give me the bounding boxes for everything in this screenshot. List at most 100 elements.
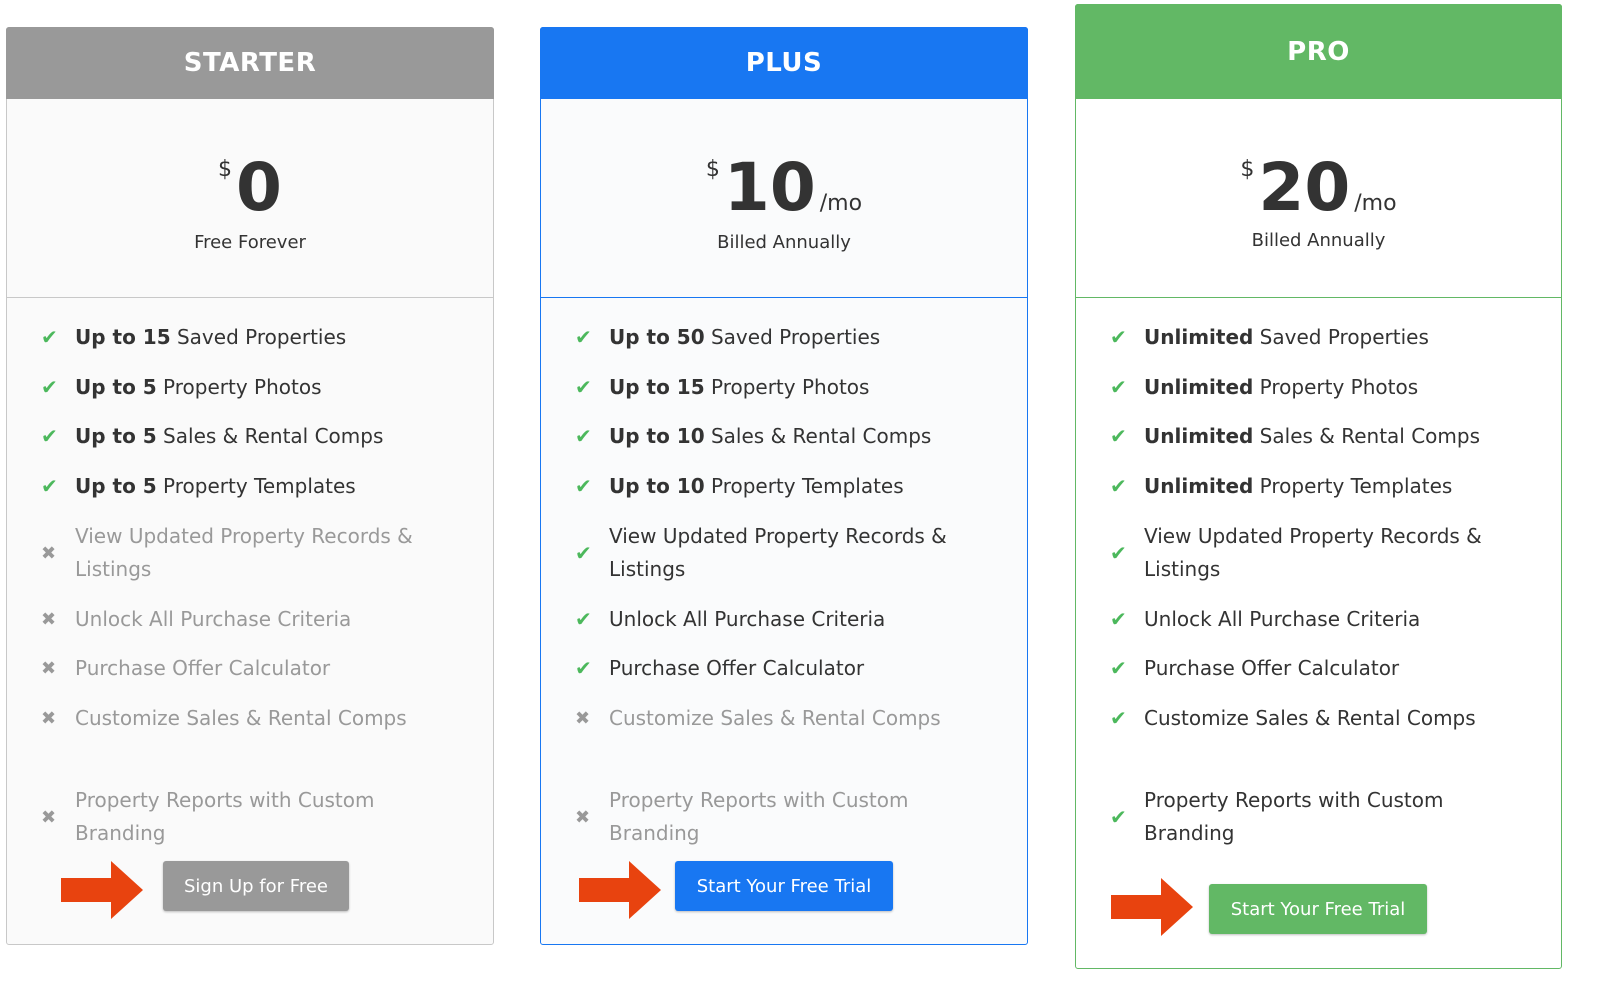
- check-icon: ✔: [1110, 424, 1127, 448]
- feature-label: Property Templates: [156, 474, 356, 498]
- feature-limit: Up to 5: [75, 375, 157, 399]
- feature-text: View Updated Property Records & Listings: [609, 520, 959, 586]
- price-section: $0 Free Forever: [7, 99, 493, 298]
- feature-item: ✔ Up to 15 Saved Properties: [41, 321, 473, 354]
- cross-icon: ✖: [41, 806, 57, 828]
- currency-symbol: $: [218, 157, 233, 182]
- check-icon: ✔: [575, 375, 592, 399]
- arrow-pointer-icon: [579, 861, 661, 919]
- feature-text: Up to 15 Property Photos: [609, 371, 869, 404]
- check-icon: ✔: [575, 607, 592, 631]
- plan-header: PLUS: [540, 27, 1028, 99]
- feature-text: Unlimited Saved Properties: [1144, 321, 1429, 354]
- feature-item: ✖ Property Reports with Custom Branding: [575, 784, 1007, 850]
- feature-item: ✔ Unlock All Purchase Criteria: [1110, 603, 1541, 636]
- feature-label: Customize Sales & Rental Comps: [1144, 706, 1476, 730]
- feature-text: Unlock All Purchase Criteria: [1144, 603, 1420, 636]
- feature-item: ✔ Customize Sales & Rental Comps: [1110, 702, 1541, 735]
- feature-text: Purchase Offer Calculator: [609, 652, 864, 685]
- feature-text: Up to 10 Property Templates: [609, 470, 904, 503]
- feature-label: Purchase Offer Calculator: [609, 656, 865, 680]
- feature-text: Up to 50 Saved Properties: [609, 321, 880, 354]
- feature-limit: Up to 10: [609, 424, 705, 448]
- price-section: $10/mo Billed Annually: [541, 99, 1027, 298]
- check-icon: ✔: [41, 474, 58, 498]
- feature-item: ✖ Unlock All Purchase Criteria: [41, 603, 473, 636]
- feature-text: Up to 5 Sales & Rental Comps: [75, 420, 383, 453]
- price-amount: 20: [1258, 149, 1351, 226]
- check-icon: ✔: [575, 474, 592, 498]
- feature-label: Customize Sales & Rental Comps: [609, 706, 941, 730]
- price: $10/mo: [541, 153, 1027, 223]
- billing-note: Free Forever: [194, 232, 306, 253]
- feature-item: ✔ View Updated Property Records & Listing…: [575, 520, 1007, 586]
- feature-text: Unlock All Purchase Criteria: [75, 603, 351, 636]
- feature-item: ✔ Up to 10 Property Templates: [575, 470, 1007, 503]
- cross-icon: ✖: [41, 609, 57, 630]
- price-amount: 10: [723, 149, 816, 226]
- check-icon: ✔: [41, 424, 58, 448]
- feature-item: ✔ Unlock All Purchase Criteria: [575, 603, 1007, 636]
- feature-item: ✖ Purchase Offer Calculator: [41, 652, 473, 685]
- feature-text: Purchase Offer Calculator: [1144, 652, 1399, 685]
- feature-label: Property Photos: [1253, 375, 1419, 399]
- feature-text: Unlock All Purchase Criteria: [609, 603, 885, 636]
- feature-item: ✔ Up to 5 Sales & Rental Comps: [41, 420, 473, 453]
- feature-label: Saved Properties: [1253, 325, 1429, 349]
- feature-text: Unlimited Sales & Rental Comps: [1144, 420, 1480, 453]
- check-icon: ✔: [575, 325, 592, 349]
- feature-limit: Up to 10: [609, 474, 705, 498]
- feature-text: Up to 5 Property Templates: [75, 470, 356, 503]
- cross-icon: ✖: [41, 542, 57, 564]
- check-icon: ✔: [41, 325, 58, 349]
- check-icon: ✔: [41, 375, 58, 399]
- check-icon: ✔: [1110, 375, 1127, 399]
- feature-limit: Up to 15: [75, 325, 171, 349]
- check-icon: ✔: [575, 424, 592, 448]
- feature-label: Sales & Rental Comps: [1253, 424, 1481, 448]
- feature-limit: Up to 5: [75, 474, 157, 498]
- feature-item: ✔ Purchase Offer Calculator: [575, 652, 1007, 685]
- feature-label: Sales & Rental Comps: [704, 424, 932, 448]
- feature-label: Purchase Offer Calculator: [75, 656, 331, 680]
- feature-text: Property Reports with Custom Branding: [75, 784, 425, 850]
- billing-note: Billed Annually: [1251, 230, 1386, 251]
- feature-label: Property Photos: [156, 375, 322, 399]
- feature-label: Property Reports with Custom Branding: [609, 788, 909, 845]
- feature-text: Unlimited Property Templates: [1144, 470, 1452, 503]
- feature-text: Customize Sales & Rental Comps: [75, 702, 407, 735]
- check-icon: ✔: [1110, 540, 1127, 565]
- check-icon: ✔: [575, 656, 592, 680]
- sign-up-button[interactable]: Sign Up for Free: [163, 861, 349, 911]
- price-period: /mo: [1354, 191, 1397, 216]
- feature-text: Up to 10 Sales & Rental Comps: [609, 420, 931, 453]
- feature-item: ✔ Unlimited Sales & Rental Comps: [1110, 420, 1541, 453]
- feature-item: ✖ View Updated Property Records & Listing…: [41, 520, 473, 586]
- feature-text: Customize Sales & Rental Comps: [609, 702, 941, 735]
- feature-limit: Unlimited: [1144, 325, 1254, 349]
- plan-card-starter: STARTER $0 Free Forever ✔ Up to 15 Saved Pro…: [6, 27, 494, 945]
- feature-label: Property Reports with Custom Branding: [1144, 788, 1444, 845]
- price-amount: 0: [236, 149, 282, 226]
- currency-symbol: $: [705, 157, 720, 182]
- feature-item: ✔ Unlimited Property Photos: [1110, 371, 1541, 404]
- plan-header: STARTER: [6, 27, 494, 99]
- check-icon: ✔: [575, 540, 592, 565]
- plan-header: PRO: [1075, 4, 1562, 99]
- feature-text: View Updated Property Records & Listings: [75, 520, 425, 586]
- feature-label: Customize Sales & Rental Comps: [75, 706, 407, 730]
- feature-item: ✖ Customize Sales & Rental Comps: [575, 702, 1007, 735]
- cross-icon: ✖: [575, 708, 591, 729]
- feature-item: ✔ Up to 10 Sales & Rental Comps: [575, 420, 1007, 453]
- feature-item: ✔ Purchase Offer Calculator: [1110, 652, 1541, 685]
- feature-text: Customize Sales & Rental Comps: [1144, 702, 1476, 735]
- start-free-trial-button[interactable]: Start Your Free Trial: [1209, 884, 1427, 934]
- start-free-trial-button[interactable]: Start Your Free Trial: [675, 861, 893, 911]
- feature-limit: Up to 50: [609, 325, 705, 349]
- check-icon: ✔: [1110, 607, 1127, 631]
- feature-item: ✔ Up to 5 Property Photos: [41, 371, 473, 404]
- feature-label: Property Templates: [1253, 474, 1453, 498]
- cross-icon: ✖: [575, 806, 591, 828]
- feature-text: Unlimited Property Photos: [1144, 371, 1418, 404]
- feature-label: Purchase Offer Calculator: [1144, 656, 1400, 680]
